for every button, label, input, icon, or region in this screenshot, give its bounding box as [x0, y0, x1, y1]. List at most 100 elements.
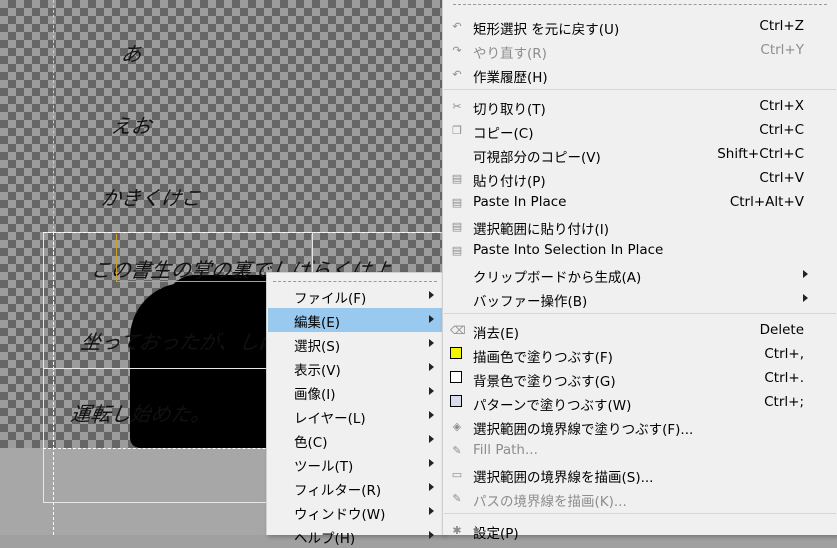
- menu-item[interactable]: ウィンドウ(W): [268, 500, 442, 524]
- redo-icon: ↷: [452, 44, 462, 57]
- menu-item[interactable]: ツール(T): [268, 452, 442, 476]
- handwriting-line: かきくけこ: [99, 186, 203, 210]
- edit-menu-item-label: 矩形選択 を元に戻す(U): [473, 22, 620, 38]
- menu-item-label: 表示(V): [294, 363, 341, 379]
- submenu-arrow-icon: [429, 435, 434, 443]
- edit-menu-item[interactable]: ↶ 作業履歴(H): [444, 63, 836, 87]
- menu-item-label: 色(C): [294, 435, 328, 451]
- submenu-arrow-icon: [429, 507, 434, 515]
- edit-menu-item[interactable]: ◈ 選択範囲の境界線で塗りつぶす(F)...: [444, 415, 836, 439]
- menu-item-label: 画像(I): [294, 387, 336, 403]
- submenu-arrow-icon: [429, 459, 434, 467]
- edit-menu-item[interactable]: クリップボードから生成(A): [444, 263, 836, 287]
- menu-separator: [444, 89, 836, 90]
- edit-menu-item[interactable]: ❐ コピー(C) Ctrl+C: [444, 119, 836, 143]
- menu-item[interactable]: 色(C): [268, 428, 442, 452]
- edit-menu-item-label: Paste Into Selection In Place: [473, 242, 664, 258]
- edit-menu-item-label: コピー(C): [473, 126, 534, 142]
- edit-menu-item[interactable]: ✂ 切り取り(T) Ctrl+X: [444, 95, 836, 119]
- menu-item[interactable]: ヘルプ(H): [268, 524, 442, 548]
- menu-item-label: ヘルプ(H): [294, 531, 356, 547]
- edit-menu-item-label: 選択範囲の境界線を描画(S)...: [473, 470, 654, 486]
- edit-menu-item[interactable]: ▤ 選択範囲に貼り付け(I): [444, 215, 836, 239]
- submenu-arrow-icon: [429, 363, 434, 371]
- edit-menu-item[interactable]: 可視部分のコピー(V) Shift+Ctrl+C: [444, 143, 836, 167]
- history-icon: ↶: [452, 68, 462, 81]
- handwriting-line: えお: [109, 114, 153, 138]
- shortcut-label: Ctrl+C: [759, 122, 804, 138]
- clear-icon: ⌫: [450, 324, 466, 337]
- paste-into-in-place-icon: ▤: [451, 244, 463, 257]
- image-context-menu: ファイル(F) 編集(E) 選択(S) 表示(V) 画像(I) レイヤー(L) 色(C) ツー…: [266, 272, 444, 547]
- edit-menu-item[interactable]: ▤ Paste In Place Ctrl+Alt+V: [444, 191, 836, 215]
- edit-menu-item[interactable]: ✎ パスの境界線を描画(K)...: [444, 487, 836, 511]
- fg-fill-swatch: [450, 347, 462, 359]
- undo-icon: ↶: [452, 20, 462, 33]
- edit-menu-item-label: 選択範囲の境界線で塗りつぶす(F)...: [473, 422, 694, 438]
- shortcut-label: Ctrl+Alt+V: [729, 194, 804, 210]
- menu-item[interactable]: 選択(S): [268, 332, 442, 356]
- edit-menu-item[interactable]: ▭ 選択範囲の境界線を描画(S)...: [444, 463, 836, 487]
- edit-menu-item-label: 貼り付け(P): [473, 174, 546, 190]
- paste-in-place-icon: ▤: [451, 196, 463, 209]
- edit-menu-item-label: Paste In Place: [473, 194, 567, 210]
- edit-menu-item-label: 可視部分のコピー(V): [473, 150, 601, 166]
- edit-menu-item-label: バッファー操作(B): [473, 294, 588, 310]
- edit-menu-item[interactable]: ✎ Fill Path...: [444, 439, 836, 463]
- edit-menu-item-label: 描画色で塗りつぶす(F): [473, 350, 613, 366]
- menu-item[interactable]: 表示(V): [268, 356, 442, 380]
- menu-item-label: 選択(S): [294, 339, 341, 355]
- menu-item-label: レイヤー(L): [294, 411, 366, 427]
- shortcut-label: Ctrl+V: [759, 170, 804, 186]
- edit-menu-item[interactable]: ↷ やり直す(R) Ctrl+Y: [444, 39, 836, 63]
- edit-menu-item[interactable]: ↶ 矩形選択 を元に戻す(U) Ctrl+Z: [444, 15, 836, 39]
- edit-menu-item[interactable]: ⌫ 消去(E) Delete: [444, 319, 836, 343]
- edit-menu-item-label: パスの境界線を描画(K)...: [473, 494, 627, 510]
- bg-fill-swatch: [450, 371, 462, 383]
- tearoff-line[interactable]: [453, 4, 827, 5]
- menu-item[interactable]: レイヤー(L): [268, 404, 442, 428]
- edit-menu-item-label: 選択範囲に貼り付け(I): [473, 222, 610, 238]
- fill-selection-outline-icon: ◈: [452, 420, 462, 433]
- handwriting-line: あ: [119, 42, 143, 66]
- edit-menu: ↶ 矩形選択 を元に戻す(U) Ctrl+Z ↷ やり直す(R) Ctrl+Y ↶ 作業履歴(…: [442, 0, 837, 542]
- cut-icon: ✂: [452, 100, 462, 113]
- shortcut-label: Ctrl+;: [764, 394, 804, 410]
- menu-separator: [444, 313, 836, 314]
- submenu-arrow-icon: [429, 315, 434, 323]
- edit-menu-item-label: 設定(P): [473, 526, 519, 542]
- edit-menu-item[interactable]: ▤ 貼り付け(P) Ctrl+V: [444, 167, 836, 191]
- layer-frame-line: [43, 368, 273, 369]
- edit-menu-item-label: 背景色で塗りつぶす(G): [473, 374, 616, 390]
- edit-menu-item[interactable]: 背景色で塗りつぶす(G) Ctrl+.: [444, 367, 836, 391]
- submenu-arrow-icon: [429, 483, 434, 491]
- preferences-icon: ✱: [452, 524, 462, 537]
- selection-marching-ants: [43, 232, 445, 233]
- menu-item-label: 編集(E): [294, 315, 341, 331]
- menu-item[interactable]: 画像(I): [268, 380, 442, 404]
- edit-menu-item[interactable]: 描画色で塗りつぶす(F) Ctrl+,: [444, 343, 836, 367]
- edit-menu-item-label: Fill Path...: [473, 442, 538, 458]
- edit-menu-item-label: やり直す(R): [473, 46, 547, 62]
- edit-menu-item-label: 消去(E): [473, 326, 520, 342]
- edit-menu-item[interactable]: バッファー操作(B): [444, 287, 836, 311]
- shortcut-label: Shift+Ctrl+C: [717, 146, 804, 162]
- submenu-arrow-icon: [803, 294, 808, 302]
- shortcut-label: Ctrl+Y: [760, 42, 804, 58]
- menu-item-label: ウィンドウ(W): [294, 507, 386, 523]
- menu-item[interactable]: ファイル(F): [268, 284, 442, 308]
- layer-frame-line: [312, 232, 313, 272]
- shortcut-label: Ctrl+Z: [759, 18, 804, 34]
- menu-item[interactable]: 編集(E): [268, 308, 442, 332]
- edit-menu-item[interactable]: パターンで塗りつぶす(W) Ctrl+;: [444, 391, 836, 415]
- submenu-arrow-icon: [429, 531, 434, 539]
- edit-menu-item[interactable]: ✱ 設定(P): [444, 519, 836, 543]
- pattern-fill-swatch: [450, 395, 462, 407]
- submenu-arrow-icon: [429, 411, 434, 419]
- edit-menu-item[interactable]: ▤ Paste Into Selection In Place: [444, 239, 836, 263]
- tearoff-line[interactable]: [273, 281, 437, 282]
- shortcut-label: Ctrl+X: [759, 98, 804, 114]
- menu-item[interactable]: フィルター(R): [268, 476, 442, 500]
- submenu-arrow-icon: [429, 387, 434, 395]
- stroke-path-icon: ✎: [452, 492, 462, 505]
